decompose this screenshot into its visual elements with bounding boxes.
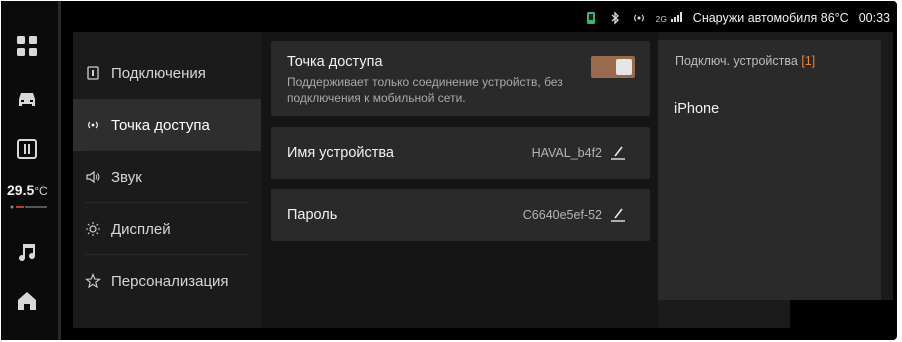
left-rail: 29.5°C [1,1,58,340]
menu-item-label: Подключения [111,64,206,82]
password-label: Пароль [287,207,338,223]
device-name-row[interactable]: Имя устройства HAVAL_b4f2 [271,127,650,179]
speaker-icon [86,170,100,184]
menu-divider [85,202,249,203]
edit-pencil-icon[interactable] [610,206,626,222]
menu-item-connections[interactable]: Подключения [73,47,261,99]
menu-item-hotspot[interactable]: Точка доступа [73,99,261,151]
password-value: C6640e5ef-52 [522,208,602,222]
brightness-icon [86,222,100,236]
menu-item-sound[interactable]: Звук [73,151,261,203]
phone-connected-icon [586,12,595,24]
menu-item-label: Дисплей [111,220,171,238]
device-name-label: Имя устройства [287,145,394,161]
menu-item-display[interactable]: Дисплей [73,203,261,255]
cabin-temperature[interactable]: 29.5°C [7,182,48,198]
connected-devices-panel [658,40,881,300]
apps-grid-icon[interactable] [15,34,39,58]
menu-item-label: Точка доступа [111,116,210,134]
toggle-knob [616,59,632,75]
hotspot-card: Точка доступа Поддерживает только соедин… [271,41,650,116]
menu-divider [85,150,249,151]
connections-icon [87,66,99,80]
temperature-value: 29.5 [7,182,35,198]
temperature-unit: °C [34,184,48,198]
hotspot-toggle[interactable] [591,56,635,78]
menu-divider [85,254,249,255]
bluetooth-icon [611,11,619,25]
status-bar: 2G Снаружи автомобиля 86°C 00:33 [584,9,890,27]
personalization-icon [85,273,101,289]
rail-divider [58,1,61,340]
connected-devices-title: Подключ. устройства [1] [675,54,815,68]
menu-item-label: Звук [111,168,142,186]
home-icon[interactable] [15,289,39,313]
hotspot-icon [633,14,644,22]
clock: 00:33 [858,11,890,25]
menu-item-personalization[interactable]: Персонализация [73,255,261,307]
signal-icon [670,12,682,22]
outside-temperature: Снаружи автомобиля 86°C [692,11,849,25]
temperature-level-bar [10,205,47,209]
settings-panel-icon[interactable] [15,137,39,161]
edit-pencil-icon[interactable] [610,144,626,160]
connected-devices-count: [1] [801,54,816,68]
network-type: 2G [655,15,668,24]
signal-indicator: 2G [656,11,683,25]
password-row[interactable]: Пароль C6640e5ef-52 [271,189,650,241]
connected-device-item[interactable]: iPhone [674,101,719,117]
device-name-value: HAVAL_b4f2 [531,146,602,160]
menu-item-label: Персонализация [111,272,229,290]
hotspot-title: Точка доступа [287,54,383,70]
car-icon[interactable] [15,87,39,111]
settings-menu: Подключения Точка доступа Звук Дисплей П… [73,45,261,328]
music-note-icon[interactable] [15,240,39,264]
hotspot-icon [88,121,98,129]
corner-overlay [790,300,893,331]
hotspot-description: Поддерживает только соединение устройств… [287,75,563,105]
connected-devices-label: Подключ. устройства [675,54,798,68]
